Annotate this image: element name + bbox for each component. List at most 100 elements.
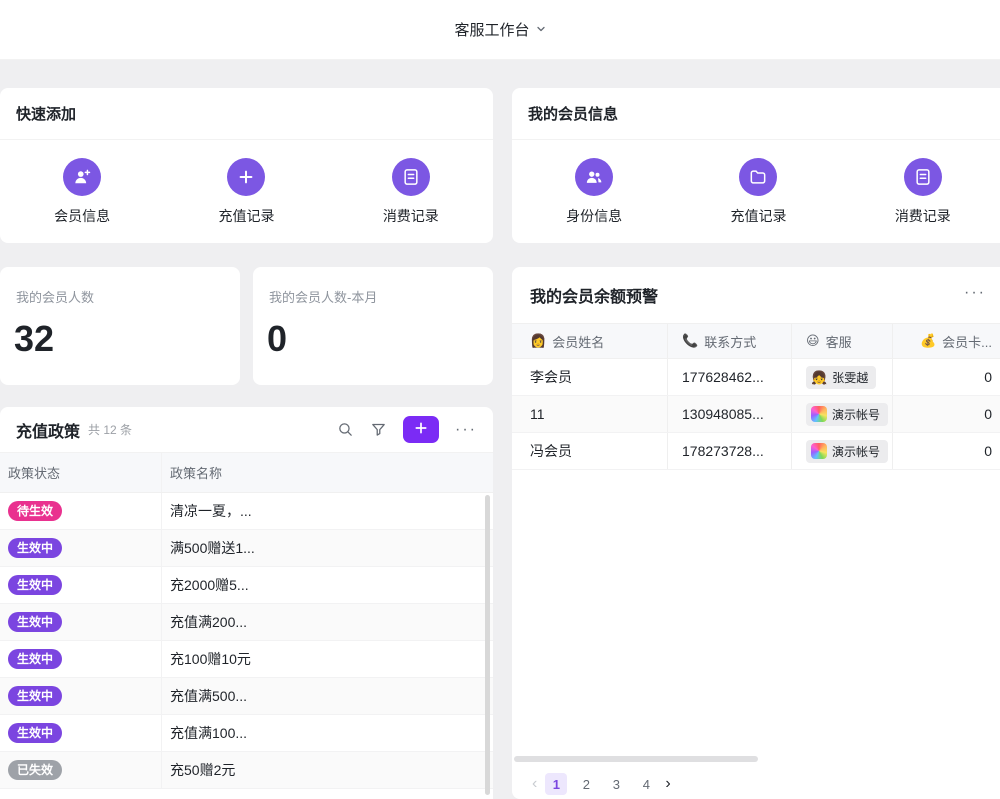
status-badge: 生效中 [8,575,62,595]
more-options-icon[interactable]: ··· [964,284,986,302]
name-cell: 充2000赠5... [162,567,493,603]
quick-add-title: 快速添加 [16,103,76,124]
status-badge: 生效中 [8,612,62,632]
member-info-header: 我的会员信息 [512,88,1000,140]
warning-table-body: 李会员 177628462... 👧 张雯越 0 11 130948085...… [512,359,1000,470]
policy-row[interactable]: 待生效 清凉一夏，... [0,493,493,530]
action-label: 身份信息 [566,206,622,226]
member-info-recharge-record[interactable]: 充值记录 [676,158,840,226]
column-label: 联系方式 [704,332,756,351]
name-cell: 满500赠送1... [162,530,493,566]
receipt-icon [392,158,430,196]
filter-icon[interactable] [370,421,387,438]
column-label: 会员姓名 [552,332,604,351]
policy-row[interactable]: 生效中 充值满200... [0,604,493,641]
member-name-cell: 李会员 [512,359,668,395]
status-cell: 已失效 [0,752,162,788]
member-name-cell: 冯会员 [512,433,668,469]
member-row[interactable]: 李会员 177628462... 👧 张雯越 0 [512,359,1000,396]
member-info-card: 我的会员信息 身份信息 充值记录 消费记录 [512,88,1000,243]
workbench-page: 客服工作台 快速添加 会员信息 充值记录 [0,0,1000,799]
page-button[interactable]: 3 [605,773,627,795]
column-header-name: 政策名称 [162,453,493,492]
policy-row[interactable]: 生效中 充2000赠5... [0,567,493,604]
status-badge: 生效中 [8,538,62,558]
record-count: 共 12 条 [88,421,132,438]
page-button[interactable]: 1 [545,773,567,795]
status-badge: 待生效 [8,501,62,521]
agent-chip: 演示帐号 [806,440,888,463]
quick-add-consume-record[interactable]: 消费记录 [329,158,493,226]
contact-cell: 177628462... [668,359,792,395]
add-record-button[interactable] [403,416,439,443]
plus-icon [413,420,429,439]
recharge-policy-header: 充值政策 共 12 条 ··· [0,407,493,453]
balance-cell: 0 [893,359,1000,395]
stat-label: 我的会员人数 [0,267,240,306]
member-info-title: 我的会员信息 [528,103,618,124]
member-info-actions: 身份信息 充值记录 消费记录 [512,140,1000,226]
status-cell: 待生效 [0,493,162,529]
name-cell: 充50赠2元 [162,752,493,788]
status-badge: 生效中 [8,649,62,669]
column-header-status: 政策状态 [0,453,162,492]
quick-add-actions: 会员信息 充值记录 消费记录 [0,140,493,226]
contact-cell: 178273728... [668,433,792,469]
agent-name: 演示帐号 [832,406,880,423]
recharge-policy-card: 充值政策 共 12 条 ··· 政策状态 政策名称 [0,407,493,799]
column-label: 客服 [826,332,852,351]
quick-add-member-info[interactable]: 会员信息 [0,158,164,226]
policy-table-header: 政策状态 政策名称 [0,453,493,493]
agent-name: 张雯越 [832,369,868,386]
agent-avatar [811,443,827,459]
recharge-policy-title: 充值政策 [16,418,80,442]
policy-row[interactable]: 生效中 满500赠送1... [0,530,493,567]
horizontal-scrollbar[interactable] [514,756,758,762]
status-badge: 已失效 [8,760,62,780]
member-row[interactable]: 11 130948085... 演示帐号 0 [512,396,1000,433]
policy-row[interactable]: 生效中 充100赠10元 [0,641,493,678]
phone-emoji-icon: 📞 [682,333,698,349]
quick-add-header: 快速添加 [0,88,493,140]
status-cell: 生效中 [0,567,162,603]
policy-row[interactable]: 生效中 充值满500... [0,678,493,715]
top-bar: 客服工作台 [0,0,1000,60]
action-label: 消费记录 [383,206,439,226]
quick-add-card: 快速添加 会员信息 充值记录 消费记录 [0,88,493,243]
policy-row[interactable]: 已失效 充50赠2元 [0,752,493,789]
stat-value: 0 [253,318,493,360]
quick-add-recharge-record[interactable]: 充值记录 [164,158,328,226]
next-page-icon[interactable]: › [665,775,670,793]
plus-icon [227,158,265,196]
balance-warning-card: 我的会员余额预警 ··· 👩 会员姓名 📞 联系方式 😃 客服 💰 会员卡... [512,267,1000,799]
receipt-icon [904,158,942,196]
previous-page-icon[interactable]: ‹ [532,775,537,793]
member-info-consume-record[interactable]: 消费记录 [841,158,1000,226]
column-header-member-name: 👩 会员姓名 [512,324,668,358]
member-info-identity[interactable]: 身份信息 [512,158,676,226]
status-cell: 生效中 [0,604,162,640]
member-name-cell: 11 [512,396,668,432]
people-icon [575,158,613,196]
policy-row[interactable]: 生效中 充值满100... [0,715,493,752]
more-options-icon[interactable]: ··· [455,421,477,439]
column-label: 会员卡... [942,332,992,351]
agent-cell: 演示帐号 [792,433,893,469]
page-title[interactable]: 客服工作台 [454,19,529,40]
name-cell: 充值满500... [162,678,493,714]
agent-chip: 演示帐号 [806,403,888,426]
vertical-scrollbar[interactable] [485,495,490,795]
member-add-icon [63,158,101,196]
stat-card-members-total: 我的会员人数 32 [0,267,240,385]
smiley-emoji-icon: 😃 [806,333,820,349]
name-cell: 清凉一夏，... [162,493,493,529]
page-button[interactable]: 2 [575,773,597,795]
search-icon[interactable] [337,421,354,438]
member-row[interactable]: 冯会员 178273728... 演示帐号 0 [512,433,1000,470]
status-cell: 生效中 [0,678,162,714]
action-label: 充值记录 [730,206,786,226]
page-button[interactable]: 4 [635,773,657,795]
name-cell: 充100赠10元 [162,641,493,677]
action-label: 会员信息 [54,206,110,226]
chevron-down-icon[interactable] [536,21,546,39]
